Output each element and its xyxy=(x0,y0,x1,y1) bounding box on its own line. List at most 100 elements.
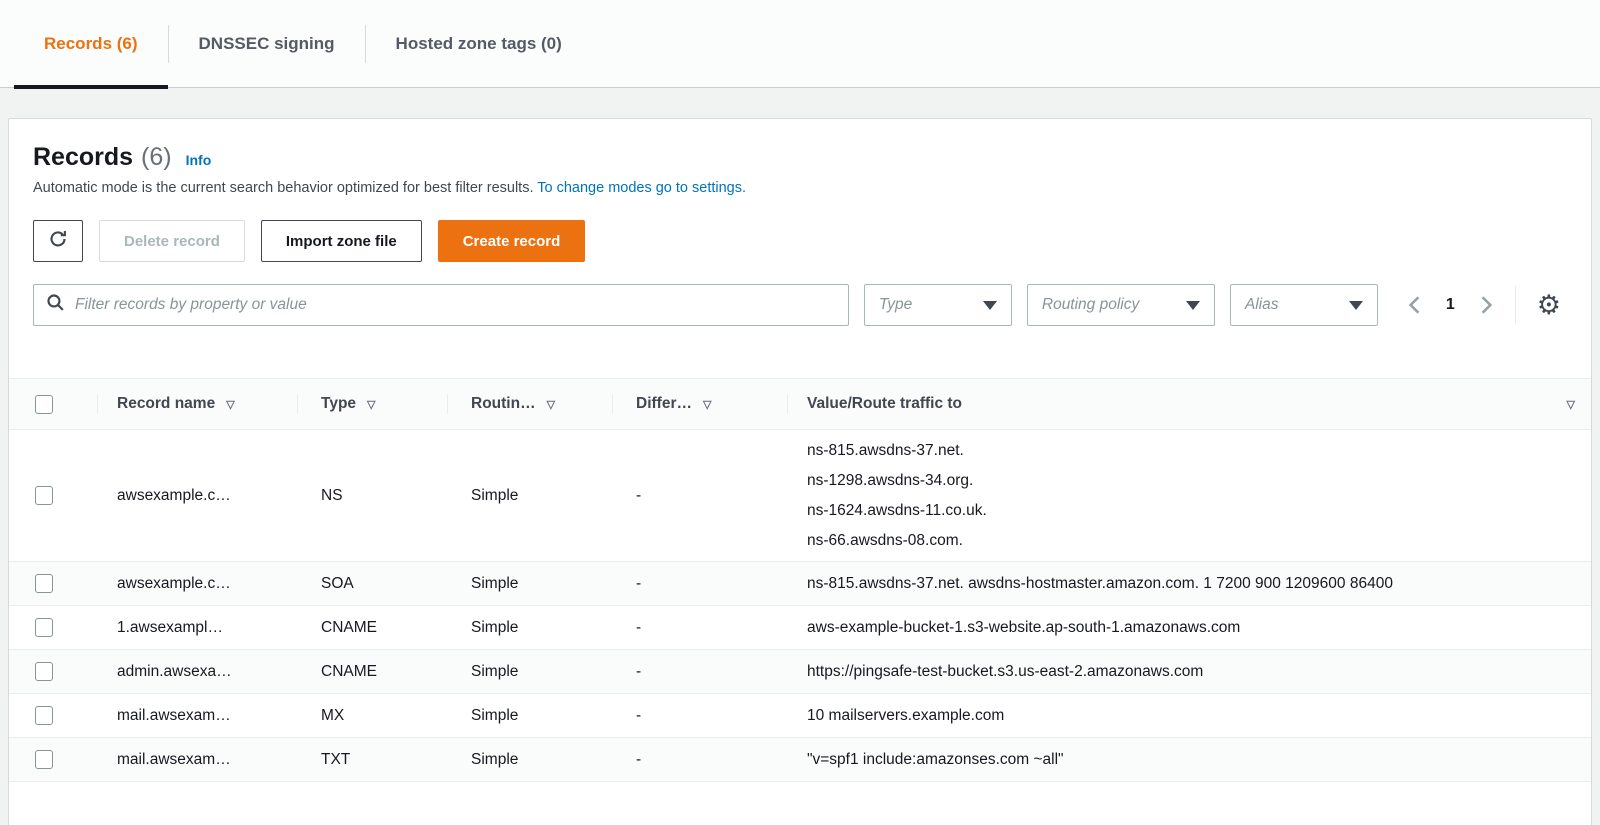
record-name-cell: mail.awsexam… xyxy=(97,751,297,769)
value-line: ns-66.awsdns-08.com. xyxy=(807,526,987,556)
routing-policy-filter-dropdown[interactable]: Routing policy xyxy=(1027,284,1215,326)
next-page-icon[interactable] xyxy=(1479,296,1494,314)
row-checkbox[interactable] xyxy=(35,574,53,593)
toolbar-divider xyxy=(1515,286,1516,324)
differentiator-cell: - xyxy=(612,663,787,681)
column-header-differentiator[interactable]: Differ… ▽ xyxy=(612,379,787,429)
sort-icon: ▽ xyxy=(703,398,711,411)
differentiator-cell: - xyxy=(612,575,787,593)
value-cell: https://pingsafe-test-bucket.s3.us-east-… xyxy=(787,663,1591,681)
table-row: awsexample.c… NS Simple - ns-815.awsdns-… xyxy=(9,430,1591,562)
column-label: Routin… xyxy=(471,395,536,413)
refresh-button[interactable] xyxy=(33,220,83,262)
value-line: ns-1298.awsdns-34.org. xyxy=(807,466,987,496)
value-cell: aws-example-bucket-1.s3-website.ap-south… xyxy=(787,619,1591,637)
record-name-cell: 1.awsexampl… xyxy=(97,619,297,637)
type-filter-label: Type xyxy=(879,296,912,314)
chevron-down-icon xyxy=(1349,301,1363,310)
differentiator-cell: - xyxy=(612,707,787,725)
import-zone-file-button[interactable]: Import zone file xyxy=(261,220,422,262)
gear-icon[interactable]: ⚙ xyxy=(1537,292,1561,319)
table-row: mail.awsexam… TXT Simple - "v=spf1 inclu… xyxy=(9,738,1591,782)
action-buttons-row: Delete record Import zone file Create re… xyxy=(9,220,1591,262)
sort-icon: ▽ xyxy=(226,398,234,411)
value-cell: "v=spf1 include:amazonses.com ~all" xyxy=(787,751,1591,769)
table-row: mail.awsexam… MX Simple - 10 mailservers… xyxy=(9,694,1591,738)
record-type-cell: SOA xyxy=(297,575,447,593)
info-link[interactable]: Info xyxy=(186,152,212,168)
record-type-cell: NS xyxy=(297,487,447,505)
column-header-routing-policy[interactable]: Routin… ▽ xyxy=(447,379,612,429)
record-type-cell: CNAME xyxy=(297,663,447,681)
row-checkbox[interactable] xyxy=(35,662,53,681)
record-type-cell: MX xyxy=(297,707,447,725)
value-cell: ns-815.awsdns-37.net. ns-1298.awsdns-34.… xyxy=(787,436,1591,556)
filter-records-input[interactable] xyxy=(75,296,836,314)
differentiator-cell: - xyxy=(612,619,787,637)
record-name-cell: awsexample.c… xyxy=(97,575,297,593)
record-name-cell: mail.awsexam… xyxy=(97,707,297,725)
chevron-down-icon xyxy=(983,301,997,310)
row-checkbox[interactable] xyxy=(35,618,53,637)
value-text: ns-815.awsdns-37.net. awsdns-hostmaster.… xyxy=(807,575,1393,593)
column-label: Value/Route traffic to xyxy=(807,395,962,413)
create-record-button[interactable]: Create record xyxy=(438,220,586,262)
row-checkbox[interactable] xyxy=(35,750,53,769)
column-header-value[interactable]: Value/Route traffic to ▽ xyxy=(787,379,1591,429)
differentiator-cell: - xyxy=(612,751,787,769)
row-checkbox[interactable] xyxy=(35,706,53,725)
type-filter-dropdown[interactable]: Type xyxy=(864,284,1012,326)
select-all-checkbox[interactable] xyxy=(35,395,53,414)
record-type-cell: CNAME xyxy=(297,619,447,637)
records-count: (6) xyxy=(141,143,172,172)
table-body: awsexample.c… NS Simple - ns-815.awsdns-… xyxy=(9,430,1591,782)
value-text: https://pingsafe-test-bucket.s3.us-east-… xyxy=(807,663,1203,681)
column-header-record-name[interactable]: Record name ▽ xyxy=(97,379,297,429)
table-header-row: Record name ▽ Type ▽ Routin… ▽ Differ… ▽… xyxy=(9,378,1591,430)
delete-record-button[interactable]: Delete record xyxy=(99,220,245,262)
value-line: ns-1624.awsdns-11.co.uk. xyxy=(807,496,987,526)
tab-dnssec-signing[interactable]: DNSSEC signing xyxy=(169,0,365,87)
alias-filter-dropdown[interactable]: Alias xyxy=(1230,284,1378,326)
routing-policy-filter-label: Routing policy xyxy=(1042,296,1139,314)
search-box xyxy=(33,284,849,326)
routing-policy-cell: Simple xyxy=(447,707,612,725)
tab-hosted-zone-tags[interactable]: Hosted zone tags (0) xyxy=(366,0,592,87)
table-row: admin.awsexa… CNAME Simple - https://pin… xyxy=(9,650,1591,694)
record-name-cell: awsexample.c… xyxy=(97,487,297,505)
value-text: "v=spf1 include:amazonses.com ~all" xyxy=(807,751,1064,769)
column-label: Type xyxy=(321,395,356,413)
routing-policy-cell: Simple xyxy=(447,487,612,505)
table-row: 1.awsexampl… CNAME Simple - aws-example-… xyxy=(9,606,1591,650)
previous-page-icon[interactable] xyxy=(1407,296,1422,314)
alias-filter-label: Alias xyxy=(1245,296,1279,314)
record-type-cell: TXT xyxy=(297,751,447,769)
change-modes-settings-link[interactable]: To change modes go to settings. xyxy=(537,180,746,196)
panel-header: Records (6) Info Automatic mode is the c… xyxy=(9,119,1591,196)
routing-policy-cell: Simple xyxy=(447,663,612,681)
differentiator-cell: - xyxy=(612,487,787,505)
sort-icon: ▽ xyxy=(367,398,375,411)
record-name-cell: admin.awsexa… xyxy=(97,663,297,681)
tab-records[interactable]: Records (6) xyxy=(14,0,168,87)
search-mode-description: Automatic mode is the current search beh… xyxy=(33,180,1569,196)
value-cell: 10 mailservers.example.com xyxy=(787,707,1591,725)
row-checkbox[interactable] xyxy=(35,486,53,505)
filter-row: Type Routing policy Alias 1 ⚙ xyxy=(9,284,1591,326)
refresh-icon xyxy=(48,229,68,253)
routing-policy-cell: Simple xyxy=(447,751,612,769)
records-table: Record name ▽ Type ▽ Routin… ▽ Differ… ▽… xyxy=(9,378,1591,782)
page-number[interactable]: 1 xyxy=(1446,296,1455,314)
column-header-type[interactable]: Type ▽ xyxy=(297,379,447,429)
table-row: awsexample.c… SOA Simple - ns-815.awsdns… xyxy=(9,562,1591,606)
chevron-down-icon xyxy=(1186,301,1200,310)
value-line: ns-815.awsdns-37.net. xyxy=(807,436,987,466)
column-label: Record name xyxy=(117,395,215,413)
sort-icon: ▽ xyxy=(547,398,555,411)
column-label: Differ… xyxy=(636,395,692,413)
value-text: aws-example-bucket-1.s3-website.ap-south… xyxy=(807,619,1240,637)
value-text: 10 mailservers.example.com xyxy=(807,707,1004,725)
sort-icon: ▽ xyxy=(1567,398,1575,411)
description-text: Automatic mode is the current search beh… xyxy=(33,180,537,196)
pagination: 1 xyxy=(1407,296,1494,314)
